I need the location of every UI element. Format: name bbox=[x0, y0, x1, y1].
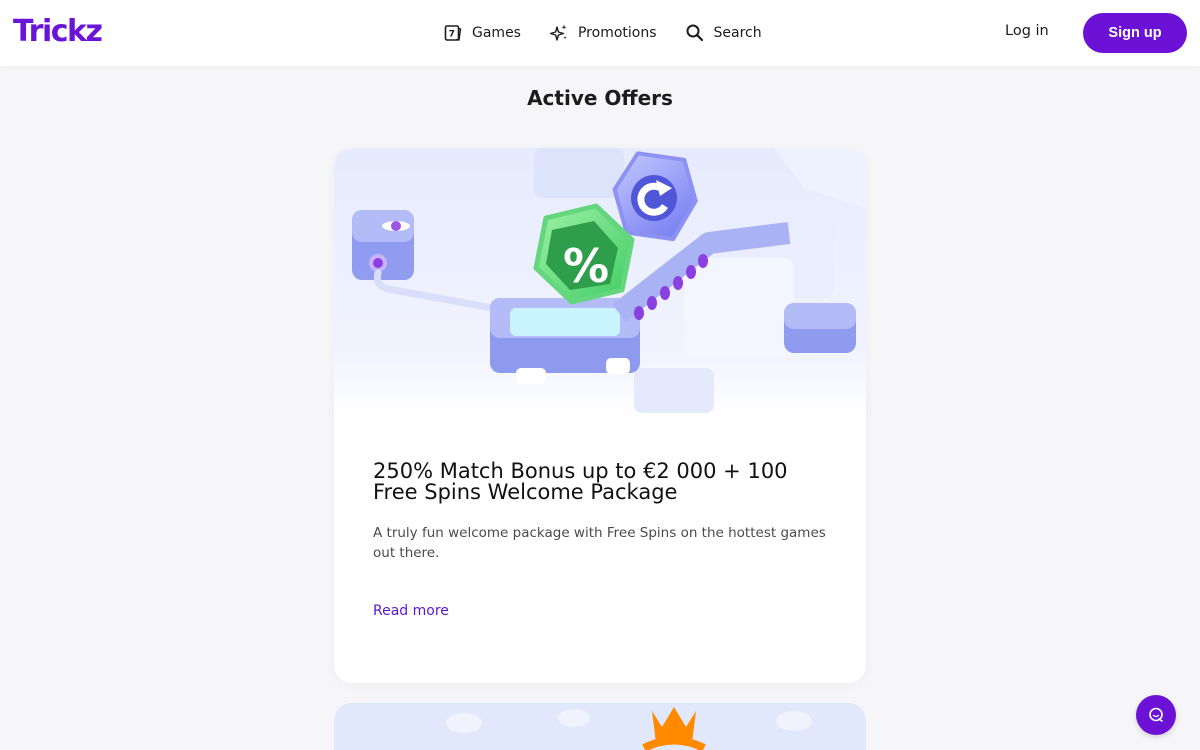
nav-games-label: Games bbox=[472, 25, 521, 41]
offer-title: 250% Match Bonus up to €2 000 + 100 Free… bbox=[373, 459, 788, 504]
offer-illustration-next bbox=[334, 703, 866, 750]
offer-card: % 250% Match Bonus up to €2 000 + 100 Fr… bbox=[334, 148, 866, 683]
nav-promotions[interactable]: Promotions bbox=[549, 23, 657, 43]
offer-description: A truly fun welcome package with Free Sp… bbox=[373, 525, 826, 561]
search-icon bbox=[686, 24, 703, 42]
games-icon: 7 bbox=[444, 25, 462, 41]
chat-icon bbox=[1149, 707, 1163, 722]
sparkle-icon bbox=[549, 24, 567, 41]
nav-games[interactable]: 7 Games bbox=[443, 23, 521, 43]
offer-illustration: % bbox=[334, 148, 866, 418]
nav-promotions-label: Promotions bbox=[577, 25, 657, 41]
svg-text:7: 7 bbox=[449, 30, 455, 40]
svg-text:%: % bbox=[563, 239, 609, 293]
nav-search-label: Search bbox=[713, 25, 762, 41]
offer-card-next bbox=[334, 703, 866, 750]
main-nav: 7 Games Promotions Search bbox=[443, 0, 762, 66]
read-more-link[interactable]: Read more bbox=[373, 603, 449, 619]
login-link[interactable]: Log in bbox=[1005, 23, 1049, 39]
page-title: Active Offers bbox=[527, 86, 673, 110]
signup-button[interactable]: Sign up bbox=[1083, 13, 1187, 53]
site-header: Trickz 7 Games Promotions Search Log in … bbox=[0, 0, 1200, 66]
logo[interactable]: Trickz bbox=[13, 14, 103, 50]
nav-search[interactable]: Search bbox=[685, 23, 762, 43]
chat-button[interactable] bbox=[1136, 695, 1176, 735]
